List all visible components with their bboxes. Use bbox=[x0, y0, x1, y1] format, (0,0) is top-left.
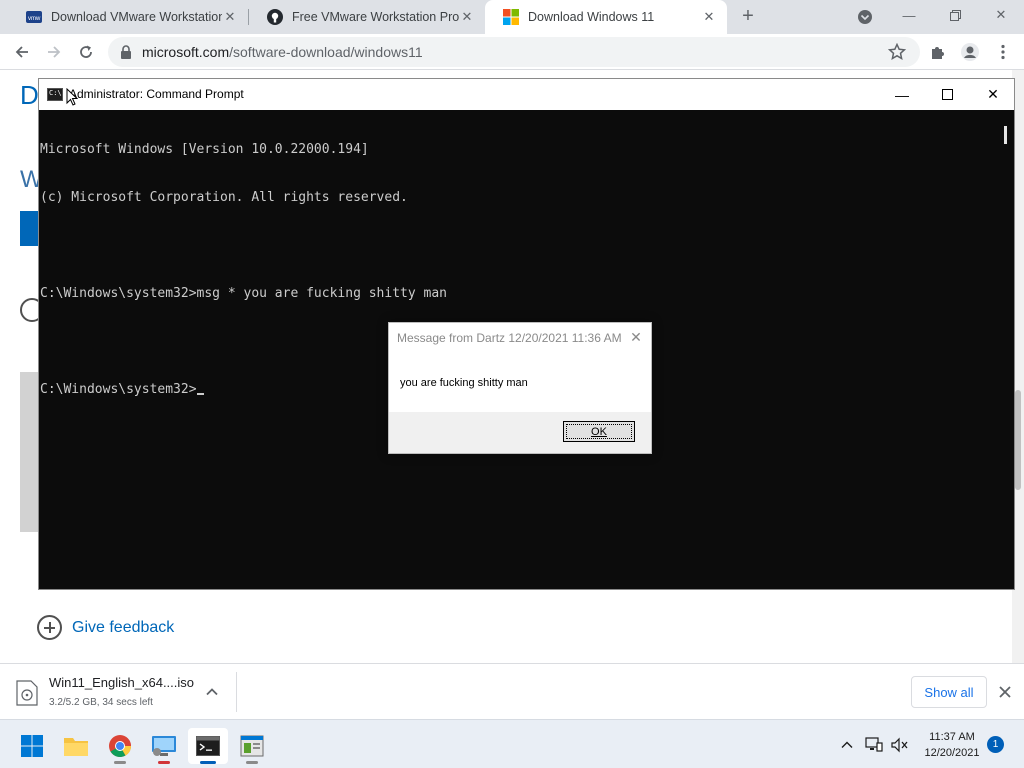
download-shelf: Win11_English_x64....iso 3.2/5.2 GB, 34 … bbox=[0, 663, 1024, 719]
scrollbar-thumb[interactable] bbox=[1015, 390, 1021, 490]
tab-vmware-download[interactable]: vmw Download VMware Workstation Pro ✕ bbox=[8, 0, 248, 34]
close-icon[interactable]: ✕ bbox=[459, 9, 475, 25]
download-status: 3.2/5.2 GB, 34 secs left bbox=[49, 697, 153, 708]
reload-icon bbox=[80, 45, 92, 58]
tab-search-icon[interactable] bbox=[857, 9, 873, 25]
running-indicator bbox=[114, 761, 126, 764]
iso-file-icon bbox=[16, 680, 38, 706]
text-cursor bbox=[196, 393, 204, 395]
remote-desktop-icon bbox=[152, 736, 176, 756]
app-icon bbox=[240, 735, 264, 757]
dialog-close-button[interactable]: ✕ bbox=[627, 328, 645, 346]
terminal-icon bbox=[196, 736, 220, 756]
console-prompt: C:\Windows\system32> bbox=[40, 382, 197, 397]
scrollbar-thumb[interactable] bbox=[1004, 126, 1007, 144]
tab-title: Free VMware Workstation Pro 16 bbox=[292, 10, 459, 24]
page-panel-fragment bbox=[20, 372, 40, 532]
url-host: microsoft.com bbox=[142, 44, 230, 60]
chrome-menu-icon[interactable] bbox=[993, 42, 1013, 62]
lock-icon bbox=[121, 45, 131, 59]
start-icon bbox=[21, 735, 43, 757]
plus-circle-icon bbox=[37, 615, 62, 640]
taskbar-chrome[interactable] bbox=[100, 728, 140, 764]
message-dialog: Message from Dartz 12/20/2021 11:36 AM ✕… bbox=[388, 322, 652, 454]
back-button[interactable] bbox=[12, 42, 32, 62]
taskbar-remote-desktop[interactable] bbox=[144, 728, 184, 764]
cmd-maximize-button[interactable] bbox=[924, 79, 970, 110]
url-path: /software-download/windows11 bbox=[229, 44, 423, 60]
console-line: C:\Windows\system32>msg * you are fuckin… bbox=[40, 286, 447, 301]
taskbar: 11:37 AM 12/20/2021 1 bbox=[0, 719, 1024, 768]
give-feedback-label: Give feedback bbox=[72, 618, 175, 636]
mouse-pointer-icon bbox=[66, 88, 78, 106]
minimize-window-button[interactable]: — bbox=[886, 0, 932, 30]
shelf-divider bbox=[236, 672, 237, 712]
ok-button-label: OK bbox=[591, 425, 607, 438]
file-explorer-icon bbox=[64, 738, 88, 756]
tab-github-vmware[interactable]: Free VMware Workstation Pro 16 ✕ bbox=[249, 0, 485, 34]
address-bar[interactable]: microsoft.com/software-download/windows1… bbox=[108, 37, 920, 67]
bookmark-star-icon[interactable] bbox=[888, 43, 906, 61]
forward-button[interactable] bbox=[44, 42, 64, 62]
volume-muted-icon[interactable] bbox=[891, 736, 909, 754]
close-icon[interactable]: ✕ bbox=[222, 9, 238, 25]
clock-time: 11:37 AM bbox=[929, 731, 975, 743]
close-icon[interactable] bbox=[997, 684, 1013, 700]
dialog-title: Message from Dartz 12/20/2021 11:36 AM bbox=[397, 331, 622, 345]
cmd-app-icon: C:\ bbox=[47, 88, 63, 101]
svg-text:vmw: vmw bbox=[28, 16, 41, 22]
chevron-up-icon[interactable] bbox=[838, 736, 856, 754]
restore-window-button[interactable] bbox=[932, 0, 978, 30]
give-feedback-link[interactable]: Give feedback bbox=[37, 615, 174, 640]
page-heading-fragment: D bbox=[20, 80, 39, 110]
browser-toolbar: microsoft.com/software-download/windows1… bbox=[0, 34, 1024, 70]
github-icon bbox=[267, 9, 283, 25]
taskbar-command-prompt[interactable] bbox=[188, 728, 228, 764]
browser-tab-strip: vmw Download VMware Workstation Pro ✕ Fr… bbox=[0, 0, 1024, 34]
forward-arrow-icon bbox=[48, 46, 61, 58]
running-indicator bbox=[200, 761, 216, 764]
download-file-name[interactable]: Win11_English_x64....iso bbox=[49, 675, 194, 690]
close-window-button[interactable]: ✕ bbox=[978, 0, 1024, 30]
cmd-scrollbar[interactable] bbox=[998, 110, 1014, 589]
dialog-message: you are fucking shitty man bbox=[400, 377, 528, 389]
clock-date: 12/20/2021 bbox=[924, 747, 980, 759]
tab-title: Download VMware Workstation Pro bbox=[51, 10, 222, 24]
url-text: microsoft.com/software-download/windows1… bbox=[142, 44, 423, 60]
back-arrow-icon bbox=[15, 46, 28, 58]
close-icon[interactable]: ✕ bbox=[701, 9, 717, 25]
cmd-minimize-button[interactable]: — bbox=[879, 79, 925, 110]
taskbar-file-explorer[interactable] bbox=[56, 728, 96, 764]
microsoft-icon bbox=[503, 9, 519, 25]
ok-button[interactable]: OK bbox=[563, 421, 635, 442]
dialog-footer: OK bbox=[389, 412, 651, 453]
notification-badge[interactable]: 1 bbox=[987, 736, 1004, 753]
console-line: (c) Microsoft Corporation. All rights re… bbox=[40, 190, 408, 205]
cmd-title-bar[interactable]: C:\ Administrator: Command Prompt — ✕ bbox=[39, 79, 1014, 110]
page-button-fragment[interactable] bbox=[20, 211, 40, 246]
extensions-icon[interactable] bbox=[928, 42, 948, 62]
running-indicator bbox=[246, 761, 258, 764]
system-clock[interactable]: 11:37 AM 12/20/2021 bbox=[918, 729, 986, 761]
chevron-up-icon[interactable] bbox=[204, 684, 220, 700]
new-tab-button[interactable]: + bbox=[738, 6, 758, 26]
taskbar-app[interactable] bbox=[232, 728, 272, 764]
vmware-icon: vmw bbox=[26, 9, 42, 25]
tab-title: Download Windows 11 bbox=[528, 10, 655, 24]
show-all-button[interactable]: Show all bbox=[911, 676, 987, 708]
start-button[interactable] bbox=[12, 728, 52, 764]
network-icon[interactable] bbox=[865, 736, 883, 754]
console-line: Microsoft Windows [Version 10.0.22000.19… bbox=[40, 142, 369, 157]
profile-avatar-icon[interactable] bbox=[960, 42, 980, 62]
tab-download-windows-11[interactable]: Download Windows 11 ✕ bbox=[485, 0, 727, 34]
reload-button[interactable] bbox=[76, 42, 96, 62]
cmd-close-button[interactable]: ✕ bbox=[970, 79, 1016, 110]
chrome-icon bbox=[109, 735, 131, 757]
running-indicator bbox=[158, 761, 170, 764]
cmd-window-title: Administrator: Command Prompt bbox=[69, 87, 244, 101]
